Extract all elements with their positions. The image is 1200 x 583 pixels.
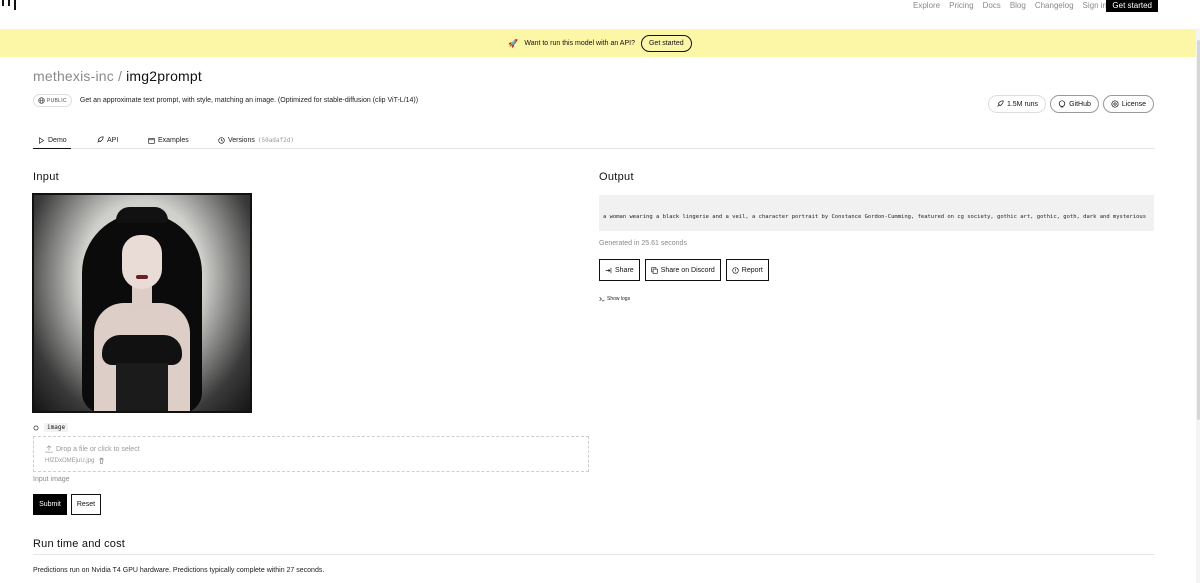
report-button[interactable]: Report xyxy=(725,259,769,281)
output-heading: Output xyxy=(599,171,634,183)
report-label: Report xyxy=(741,266,763,274)
tab-versions[interactable]: Versions (50adaf2d) xyxy=(218,132,294,148)
tab-api[interactable]: API xyxy=(96,132,118,148)
selected-file-name: HfZDxOMEjuU.jpg xyxy=(45,457,95,464)
tab-api-label: API xyxy=(107,136,119,144)
globe-icon xyxy=(38,97,45,104)
model-description: Get an approximate text prompt, with sty… xyxy=(79,97,419,104)
license-label: License xyxy=(1121,100,1146,108)
divider xyxy=(33,554,1155,555)
trash-icon[interactable] xyxy=(98,457,105,464)
model-owner-link[interactable]: methexis-inc xyxy=(33,68,114,84)
nav-link-blog[interactable]: Blog xyxy=(1010,1,1026,10)
license-icon xyxy=(1111,100,1119,108)
tab-demo[interactable]: Demo xyxy=(33,132,71,149)
upload-icon xyxy=(45,445,53,453)
nav-links: Explore Pricing Docs Blog Changelog Sign… xyxy=(913,1,1107,10)
tab-versions-label: Versions xyxy=(228,136,255,144)
generation-time: Generated in 25.61 seconds xyxy=(599,240,687,247)
model-meta: PUBLIC Get an approximate text prompt, w… xyxy=(33,94,418,107)
nav-link-docs[interactable]: Docs xyxy=(983,1,1001,10)
alert-icon xyxy=(732,266,739,274)
rocket-icon xyxy=(97,136,104,143)
api-banner: 🚀 Want to run this model with an API? Ge… xyxy=(0,29,1200,57)
copy-icon xyxy=(651,266,658,274)
model-tabs: Demo API Examples Versions (50adaf2d) xyxy=(33,132,1155,149)
discord-label: Share on Discord xyxy=(660,266,715,274)
banner-get-started-button[interactable]: Get started xyxy=(640,34,692,52)
github-icon xyxy=(1058,100,1066,108)
image-dropzone[interactable]: Drop a file or click to select HfZDxOMEj… xyxy=(33,436,589,472)
share-button[interactable]: Share xyxy=(599,259,640,281)
share-icon xyxy=(605,267,612,273)
page-title: methexis-inc / img2prompt xyxy=(33,68,202,84)
history-icon xyxy=(218,136,225,144)
nav-link-sign-in[interactable]: Sign in xyxy=(1083,1,1107,10)
top-nav: Explore Pricing Docs Blog Changelog Sign… xyxy=(0,0,1200,29)
visibility-badge: PUBLIC xyxy=(33,94,72,107)
replicate-logo-icon[interactable] xyxy=(2,0,18,12)
runs-pill: 1.5M runs xyxy=(987,95,1047,113)
input-hint: Input image xyxy=(33,476,70,483)
version-hash: (50adaf2d) xyxy=(257,136,294,144)
tab-examples-label: Examples xyxy=(158,136,189,144)
show-logs-label: Show logs xyxy=(607,296,631,302)
banner-text: Want to run this model with an API? xyxy=(524,39,635,47)
title-separator: / xyxy=(117,68,123,84)
visibility-label: PUBLIC xyxy=(47,97,67,104)
dropzone-text: Drop a file or click to select xyxy=(56,445,140,453)
output-text: a woman wearing a black lingerie and a v… xyxy=(599,195,1154,231)
license-button[interactable]: License xyxy=(1102,95,1154,113)
file-icon xyxy=(33,425,39,430)
runtime-description: Predictions run on Nvidia T4 GPU hardwar… xyxy=(33,567,325,574)
examples-icon xyxy=(148,137,155,144)
share-label: Share xyxy=(615,266,634,274)
dropzone-prompt: Drop a file or click to select xyxy=(45,445,140,453)
tab-examples[interactable]: Examples xyxy=(148,132,189,148)
nav-get-started-button[interactable]: Get started xyxy=(1106,0,1158,12)
nav-link-pricing[interactable]: Pricing xyxy=(949,1,973,10)
submit-button[interactable]: Submit xyxy=(33,494,67,515)
model-name: img2prompt xyxy=(126,68,202,84)
tab-demo-label: Demo xyxy=(48,136,67,144)
image-field-name: image xyxy=(44,423,69,432)
rocket-icon xyxy=(997,100,1004,107)
output-actions: Share Share on Discord Report xyxy=(599,259,769,281)
github-button[interactable]: GitHub xyxy=(1050,95,1099,113)
github-label: GitHub xyxy=(1069,100,1091,108)
selected-file: HfZDxOMEjuU.jpg xyxy=(45,457,105,464)
rocket-icon: 🚀 xyxy=(508,38,519,48)
reset-button[interactable]: Reset xyxy=(71,494,101,515)
model-stats: 1.5M runs GitHub License xyxy=(987,95,1154,113)
input-image-preview xyxy=(32,193,252,413)
nav-link-changelog[interactable]: Changelog xyxy=(1035,1,1074,10)
runs-count: 1.5M runs xyxy=(1006,100,1039,108)
runtime-heading: Run time and cost xyxy=(33,538,126,550)
show-logs-toggle[interactable]: Show logs xyxy=(599,296,630,302)
terminal-icon xyxy=(599,296,605,302)
play-icon xyxy=(39,136,45,144)
input-heading: Input xyxy=(33,171,59,183)
share-discord-button[interactable]: Share on Discord xyxy=(644,259,721,281)
nav-link-explore[interactable]: Explore xyxy=(913,1,940,10)
image-field-label: image xyxy=(33,423,69,432)
